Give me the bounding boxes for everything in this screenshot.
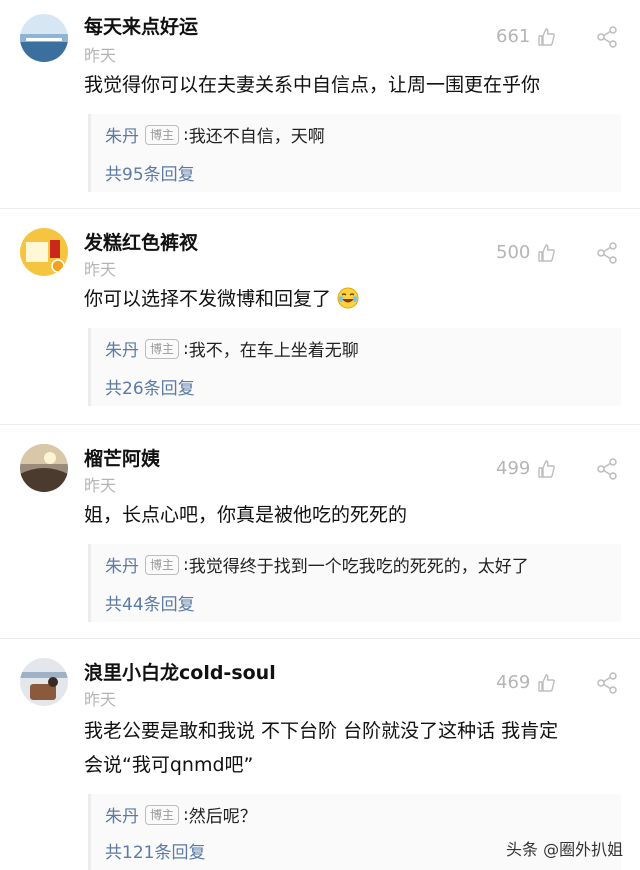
- blogger-badge: 博主: [145, 124, 180, 145]
- like-count: 499: [496, 458, 531, 479]
- reply-author[interactable]: 朱丹: [105, 122, 139, 147]
- reply-text: 我不，在车上坐着无聊: [188, 341, 359, 361]
- watermark: 头条 @圈外扒姐: [506, 840, 624, 859]
- reply-line: 朱丹 博主 : 我还不自信，天啊: [105, 122, 325, 147]
- username[interactable]: 浪里小白龙cold-soul: [84, 658, 276, 685]
- reply-text: 我还不自信，天啊: [188, 127, 325, 147]
- share-icon[interactable]: [596, 242, 618, 264]
- reply-text: 我觉得终于找到一个吃我吃的死死的，太好了: [188, 557, 529, 577]
- avatar[interactable]: [20, 658, 68, 706]
- thumbs-up-icon: [538, 243, 556, 262]
- reply-line: 朱丹 博主 : 我觉得终于找到一个吃我吃的死死的，太好了: [105, 552, 529, 577]
- view-all-replies-link[interactable]: 共95条回复: [105, 160, 195, 185]
- reply-author[interactable]: 朱丹: [105, 552, 139, 577]
- view-all-replies-link[interactable]: 共121条回复: [105, 838, 205, 863]
- view-all-replies-link[interactable]: 共44条回复: [105, 590, 195, 615]
- share-icon[interactable]: [596, 672, 618, 694]
- comment-text-row: 你可以选择不发微博和回复了: [84, 282, 619, 316]
- comment-text: 姐，长点心吧，你真是被他吃的死死的: [84, 504, 408, 526]
- thumbs-up-icon: [538, 673, 556, 692]
- like-button[interactable]: 500: [496, 242, 556, 263]
- like-button[interactable]: 469: [496, 672, 556, 693]
- comment-text: 你可以选择不发微博和回复了: [84, 288, 332, 310]
- reply-line: 朱丹 博主 : 然后呢？: [105, 802, 257, 827]
- divider: [0, 208, 640, 209]
- timestamp: 昨天: [84, 260, 117, 279]
- thumbs-up-icon: [538, 27, 556, 46]
- share-icon[interactable]: [596, 26, 618, 48]
- like-count: 500: [496, 242, 531, 263]
- laughing-face-emoji-icon: [337, 287, 359, 309]
- like-button[interactable]: 499: [496, 458, 556, 479]
- reply-author[interactable]: 朱丹: [105, 336, 139, 361]
- timestamp: 昨天: [84, 476, 117, 495]
- reply-preview[interactable]: 朱丹 博主 : 我不，在车上坐着无聊 共26条回复: [88, 328, 621, 406]
- share-icon[interactable]: [596, 458, 618, 480]
- username[interactable]: 每天来点好运: [84, 12, 198, 39]
- avatar[interactable]: [20, 14, 68, 62]
- reply-line: 朱丹 博主 : 我不，在车上坐着无聊: [105, 336, 359, 361]
- view-all-replies-link[interactable]: 共26条回复: [105, 374, 195, 399]
- timestamp: 昨天: [84, 690, 117, 709]
- username[interactable]: 榴芒阿姨: [84, 444, 160, 471]
- like-count: 469: [496, 672, 531, 693]
- blogger-badge: 博主: [145, 338, 180, 359]
- comment-text-line: 我老公要是敢和我说 不下台阶 台阶就没了这种话 我肯定: [84, 720, 559, 742]
- reply-preview[interactable]: 朱丹 博主 : 我还不自信，天啊 共95条回复: [88, 114, 621, 192]
- blogger-badge: 博主: [145, 804, 180, 825]
- divider: [0, 424, 640, 425]
- blogger-badge: 博主: [145, 554, 180, 575]
- timestamp: 昨天: [84, 46, 117, 65]
- like-button[interactable]: 661: [496, 26, 556, 47]
- reply-preview[interactable]: 朱丹 博主 : 我觉得终于找到一个吃我吃的死死的，太好了 共44条回复: [88, 544, 621, 622]
- reply-text: 然后呢？: [188, 807, 257, 827]
- avatar[interactable]: [20, 444, 68, 492]
- avatar[interactable]: [20, 228, 68, 276]
- comment-text: 我觉得你可以在夫妻关系中自信点，让周一围更在乎你: [84, 74, 541, 96]
- reply-author[interactable]: 朱丹: [105, 802, 139, 827]
- thumbs-up-icon: [538, 459, 556, 478]
- username[interactable]: 发糕红色裤衩: [84, 228, 198, 255]
- like-count: 661: [496, 26, 531, 47]
- divider: [0, 638, 640, 639]
- comment-text-line: 会说“我可qnmd吧”: [84, 754, 254, 776]
